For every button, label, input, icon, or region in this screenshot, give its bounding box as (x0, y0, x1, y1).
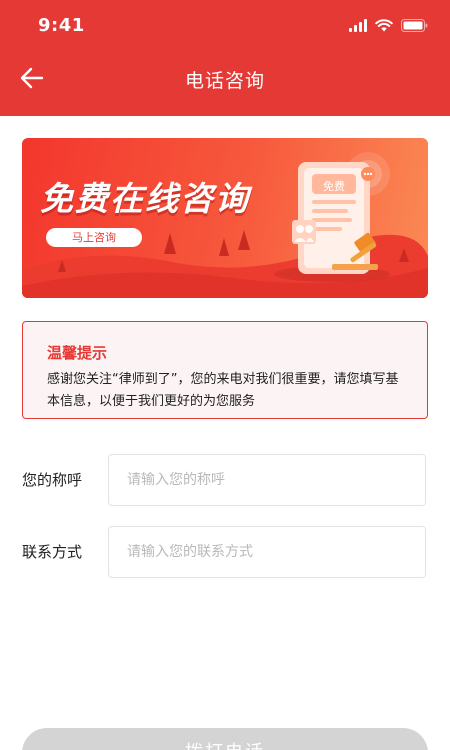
tip-text: 感谢您关注“律师到了”，您的来电对我们很重要，请您填写基本信息，以便于我们更好的… (47, 372, 399, 409)
name-label: 您的称呼 (22, 471, 83, 489)
consult-now-button[interactable]: 马上咨询 (46, 228, 142, 247)
contact-input[interactable] (108, 526, 426, 578)
tip-box: 温馨提示 感谢您关注“律师到了”，您的来电对我们很重要，请您填写基本信息，以便于… (22, 321, 428, 419)
status-icons (349, 17, 428, 33)
phone-label: 免费 (323, 180, 345, 193)
banner-title: 免费在线咨询 (40, 179, 250, 218)
wifi-icon (375, 18, 393, 31)
cellular-signal-icon (349, 18, 367, 32)
tip-title: 温馨提示 (47, 344, 108, 362)
contact-row: 联系方式 (22, 526, 428, 578)
page-title: 电话咨询 (184, 70, 265, 92)
consult-banner[interactable]: 免费 免费在线咨询 马上咨询 (22, 138, 428, 298)
header: 9:41 电话咨询 (0, 0, 450, 116)
contact-label: 联系方式 (22, 543, 83, 561)
name-input[interactable] (108, 454, 426, 506)
battery-icon (401, 18, 428, 32)
call-button[interactable]: 拨打电话 (22, 728, 428, 750)
status-time: 9:41 (38, 15, 85, 36)
nav-bar: 电话咨询 (0, 52, 450, 104)
status-bar: 9:41 (0, 0, 450, 52)
name-row: 您的称呼 (22, 454, 428, 506)
